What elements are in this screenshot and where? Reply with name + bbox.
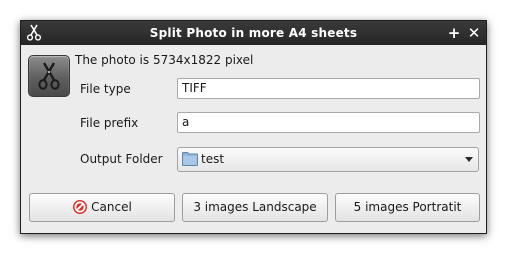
output-folder-value: test <box>201 152 225 166</box>
file-type-field[interactable]: TIFF <box>177 78 480 99</box>
cancel-button[interactable]: Cancel <box>29 193 175 222</box>
maximize-button[interactable]: + <box>446 21 462 45</box>
scissors-icon <box>28 55 70 97</box>
cancel-button-label: Cancel <box>91 200 132 214</box>
file-prefix-label: File prefix <box>80 116 139 130</box>
title-bar[interactable]: Split Photo in more A4 sheets + ✕ <box>21 21 486 45</box>
portrait-button[interactable]: 5 images Portratit <box>335 193 480 222</box>
cancel-icon <box>73 199 88 214</box>
photo-size-info: The photo is 5734x1822 pixel <box>75 53 254 67</box>
close-button[interactable]: ✕ <box>466 21 482 45</box>
output-folder-select[interactable]: test <box>177 147 479 172</box>
folder-icon <box>182 152 198 166</box>
file-type-label: File type <box>80 82 131 96</box>
split-photo-dialog: Split Photo in more A4 sheets + ✕ The ph… <box>20 20 487 234</box>
landscape-button[interactable]: 3 images Landscape <box>182 193 328 222</box>
file-prefix-field[interactable]: a <box>177 112 480 133</box>
output-folder-label: Output Folder <box>80 152 163 166</box>
chevron-down-icon[interactable] <box>465 157 473 162</box>
window-title: Split Photo in more A4 sheets <box>149 26 358 40</box>
